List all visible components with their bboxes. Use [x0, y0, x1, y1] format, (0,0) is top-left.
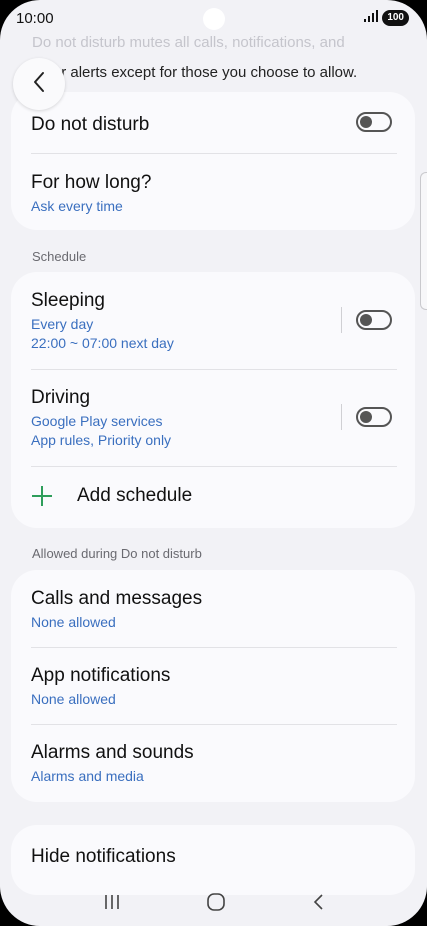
hide-notifications-row[interactable]: Hide notifications — [31, 846, 397, 868]
driving-toggle[interactable] — [356, 407, 392, 427]
dnd-toggle[interactable] — [356, 112, 392, 132]
status-bar: 10:00 100 — [0, 0, 427, 36]
status-time: 10:00 — [16, 9, 54, 27]
divider — [31, 647, 397, 648]
schedule-item-title: Driving — [31, 387, 91, 408]
allowed-card: Calls and messages None allowed App noti… — [11, 570, 415, 802]
status-icons: 100 — [364, 9, 409, 27]
schedule-item-title: Sleeping — [31, 290, 105, 311]
plus-icon — [31, 485, 53, 507]
allowed-item-alarms[interactable]: Alarms and sounds Alarms and media — [31, 742, 397, 786]
signal-icon — [364, 9, 379, 27]
allowed-item-title: Alarms and sounds — [31, 742, 194, 763]
schedule-item-sleeping[interactable]: Sleeping Every day 22:00 ~ 07:00 next da… — [31, 290, 397, 353]
divider — [31, 724, 397, 725]
schedule-item-driving[interactable]: Driving Google Play services App rules, … — [31, 387, 397, 450]
vertical-separator — [341, 307, 342, 333]
schedule-item-rules: App rules, Priority only — [31, 432, 172, 448]
allowed-item-calls[interactable]: Calls and messages None allowed — [31, 588, 397, 632]
allowed-item-apps[interactable]: App notifications None allowed — [31, 665, 397, 709]
divider — [31, 466, 397, 467]
dnd-card: Do not disturb For how long? Ask every t… — [11, 92, 415, 230]
edge-panel-handle[interactable] — [420, 172, 427, 310]
allowed-item-value: None allowed — [31, 691, 116, 707]
schedule-item-days: Every day — [31, 316, 94, 332]
schedule-item-time: 22:00 ~ 07:00 next day — [31, 335, 174, 351]
duration-label: For how long? — [31, 172, 152, 193]
add-schedule-label: Add schedule — [77, 485, 193, 506]
allowed-section-label: Allowed during Do not disturb — [32, 546, 202, 561]
divider — [31, 153, 397, 154]
vertical-separator — [341, 404, 342, 430]
schedule-card: Sleeping Every day 22:00 ~ 07:00 next da… — [11, 272, 415, 528]
divider — [31, 369, 397, 370]
hide-notifications-label: Hide notifications — [31, 846, 176, 867]
duration-row[interactable]: For how long? Ask every time — [31, 172, 397, 216]
battery-icon: 100 — [382, 10, 409, 26]
add-schedule-button[interactable]: Add schedule — [31, 485, 397, 507]
allowed-item-value: None allowed — [31, 614, 116, 630]
dnd-label: Do not disturb — [31, 114, 150, 135]
back-button[interactable] — [13, 58, 65, 110]
dnd-row[interactable]: Do not disturb — [31, 114, 397, 136]
intro-line-2: other alerts except for those you choose… — [32, 64, 358, 81]
schedule-item-source: Google Play services — [31, 413, 163, 429]
allowed-item-title: Calls and messages — [31, 588, 203, 609]
screen: 10:00 100 Do not disturb mutes all calls… — [0, 0, 427, 926]
intro-text: Do not disturb mutes all calls, notifica… — [32, 28, 387, 88]
allowed-item-title: App notifications — [31, 665, 171, 686]
back-nav-icon[interactable] — [312, 893, 324, 916]
schedule-section-label: Schedule — [32, 249, 87, 264]
home-icon[interactable] — [206, 892, 226, 917]
allowed-item-value: Alarms and media — [31, 768, 144, 784]
navigation-bar — [0, 882, 427, 926]
back-arrow-icon — [32, 71, 46, 98]
duration-value: Ask every time — [31, 198, 123, 214]
sleeping-toggle[interactable] — [356, 310, 392, 330]
recent-apps-icon[interactable] — [103, 893, 121, 916]
